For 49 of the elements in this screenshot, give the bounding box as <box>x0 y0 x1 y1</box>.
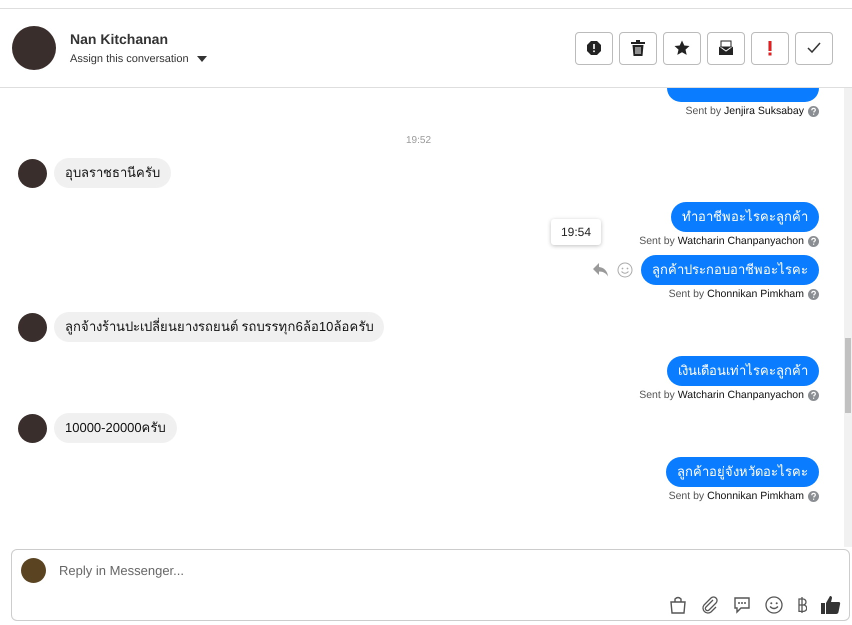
sent-by-label: Sent by Jenjira Suksabay <box>686 105 804 117</box>
envelope-icon <box>718 40 734 56</box>
sent-by-label: Sent by Chonnikan Pimkham <box>668 288 804 300</box>
sent-by-label: Sent by Watcharin Chanpanyachon <box>639 389 804 401</box>
message-bubble: ทำอาชีพอะไรคะลูกค้า <box>671 202 819 232</box>
scrollbar-thumb[interactable] <box>845 338 851 413</box>
help-icon[interactable] <box>808 236 819 246</box>
caret-icon <box>196 56 207 62</box>
star-icon <box>674 40 690 56</box>
assign-dropdown[interactable]: Assign this conversation <box>70 53 207 65</box>
scrollbar[interactable] <box>844 88 852 547</box>
delete-button[interactable] <box>619 32 657 64</box>
avatar <box>12 26 56 70</box>
reply-input[interactable]: Reply in Messenger... <box>57 562 841 579</box>
sent-by-label: Sent by Chonnikan Pimkham <box>668 490 804 502</box>
message-bubble: ลูกจ้างร้านปะเปลี่ยนยางรถยนต์ รถบรรทุก6ล้อ10ล้อครับ <box>54 312 384 342</box>
avatar <box>18 414 47 442</box>
help-icon[interactable] <box>808 288 819 300</box>
help-icon[interactable] <box>808 106 819 116</box>
spam-button[interactable] <box>575 32 613 64</box>
help-icon[interactable] <box>808 390 819 400</box>
timestamp: 19:52 <box>404 135 432 146</box>
paperclip-icon[interactable] <box>701 596 719 614</box>
done-button[interactable] <box>795 32 833 64</box>
message-bubble: อุบลราชธานีครับ <box>54 158 171 188</box>
contact-name: Nan Kitchanan <box>70 31 170 47</box>
exclamation-icon <box>768 40 772 56</box>
avatar <box>18 312 47 342</box>
mark-unread-button[interactable] <box>707 32 745 64</box>
stop-sign-icon <box>586 40 602 56</box>
shopping-bag-icon[interactable] <box>669 596 687 614</box>
emoji-icon[interactable] <box>765 596 783 614</box>
sent-by-label: Sent by Watcharin Chanpanyachon <box>639 235 804 247</box>
avatar <box>18 158 47 188</box>
trash-icon <box>631 40 645 56</box>
help-icon[interactable] <box>808 490 819 502</box>
baht-icon[interactable] <box>797 596 807 614</box>
time-tooltip: 19:54 <box>550 219 601 245</box>
star-button[interactable] <box>663 32 701 64</box>
message-bubble: เงินเดือนเท่าไรคะลูกค้า <box>667 356 819 386</box>
reply-icon[interactable] <box>593 263 609 277</box>
checkmark-icon <box>807 42 821 54</box>
thumbs-up-icon[interactable] <box>821 596 841 614</box>
page-avatar <box>21 558 46 583</box>
message-bubble: 10000-20000ครับ <box>54 413 177 443</box>
alert-button[interactable] <box>751 32 789 64</box>
chat-bubble-icon[interactable] <box>733 596 751 614</box>
message-bubble: ลูกค้าประกอบอาชีพอะไรคะ <box>641 255 819 285</box>
message-bubble: ลูกค้าอยู่จังหวัดอะไรคะ <box>666 457 819 487</box>
